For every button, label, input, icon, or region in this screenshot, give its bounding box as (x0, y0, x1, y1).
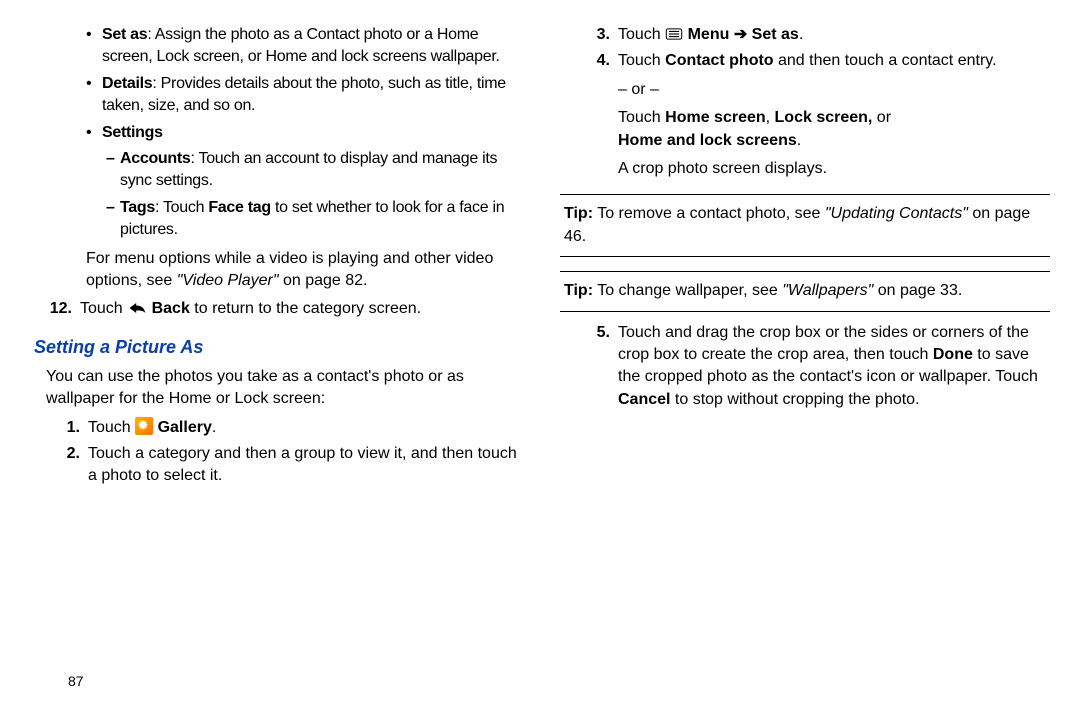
label-menu: Menu (683, 26, 734, 43)
step-2-text: Touch a category and then a group to vie… (88, 443, 520, 488)
video-note: For menu options while a video is playin… (30, 248, 520, 293)
tip-1: Tip: To remove a contact photo, see "Upd… (560, 203, 1050, 248)
label-set-as: Set as (102, 26, 147, 43)
step-number-12: 12. (46, 298, 80, 320)
divider (560, 271, 1050, 272)
right-column: 3. Touch Menu ➔ Set as. 4. Touch Contact… (560, 20, 1050, 492)
step-2: 2. Touch a category and then a group to … (30, 443, 520, 488)
step-5: 5. Touch and drag the crop box or the si… (560, 322, 1050, 412)
subbullet-accounts: – Accounts: Touch an account to display … (106, 148, 520, 193)
link-updating-contacts: "Updating Contacts" (825, 205, 968, 222)
link-wallpapers: "Wallpapers" (782, 282, 873, 299)
arrow-icon: ➔ (734, 26, 752, 43)
menu-icon (665, 25, 683, 37)
label-cancel: Cancel (618, 391, 670, 408)
label-set-as-menu: Set as (752, 26, 799, 43)
divider (560, 256, 1050, 257)
or-separator: – or – (618, 79, 1050, 101)
bullet-details: • Details: Provides details about the ph… (86, 73, 520, 118)
step-number-4: 4. (584, 50, 618, 186)
heading-setting-picture-as: Setting a Picture As (30, 335, 520, 360)
step-1: 1. Touch Gallery. (30, 417, 520, 439)
tip-label-2: Tip: (564, 282, 593, 299)
page-number: 87 (68, 672, 84, 692)
step-number-1: 1. (54, 417, 88, 439)
step-4: 4. Touch Contact photo and then touch a … (560, 50, 1050, 186)
text-set-as: : Assign the photo as a Contact photo or… (102, 26, 500, 65)
label-gallery: Gallery (153, 419, 212, 436)
label-face-tag: Face tag (208, 199, 271, 216)
label-done: Done (933, 346, 973, 363)
label-contact-photo: Contact photo (665, 52, 773, 69)
step-number-2: 2. (54, 443, 88, 488)
tip-label-1: Tip: (564, 205, 593, 222)
step-number-5: 5. (584, 322, 618, 412)
step-3: 3. Touch Menu ➔ Set as. (560, 24, 1050, 46)
divider (560, 311, 1050, 312)
label-home-and-lock: Home and lock screens (618, 132, 797, 149)
label-accounts: Accounts (120, 150, 191, 167)
tip-2: Tip: To change wallpaper, see "Wallpaper… (560, 280, 1050, 302)
bullet-list: • Set as: Assign the photo as a Contact … (30, 24, 520, 242)
divider (560, 194, 1050, 195)
left-column: • Set as: Assign the photo as a Contact … (30, 20, 520, 492)
label-details: Details (102, 75, 152, 92)
step-number-3: 3. (584, 24, 618, 46)
intro-text: You can use the photos you take as a con… (30, 366, 520, 411)
subbullet-tags: – Tags: Touch Face tag to set whether to… (106, 197, 520, 242)
label-home-screen: Home screen (665, 109, 766, 126)
label-settings: Settings (102, 124, 163, 141)
text-details: : Provides details about the photo, such… (102, 75, 506, 114)
crop-note: A crop photo screen displays. (618, 158, 1050, 180)
bullet-settings: • Settings (86, 122, 520, 144)
step-12: 12. Touch Back to return to the category… (30, 298, 520, 320)
label-back: Back (147, 300, 190, 317)
gallery-icon (135, 417, 153, 435)
link-video-player: "Video Player" (177, 272, 279, 289)
page-columns: • Set as: Assign the photo as a Contact … (30, 20, 1050, 492)
back-icon (127, 300, 147, 314)
label-lock-screen: Lock screen, (775, 109, 873, 126)
label-tags: Tags (120, 199, 155, 216)
bullet-set-as: • Set as: Assign the photo as a Contact … (86, 24, 520, 69)
